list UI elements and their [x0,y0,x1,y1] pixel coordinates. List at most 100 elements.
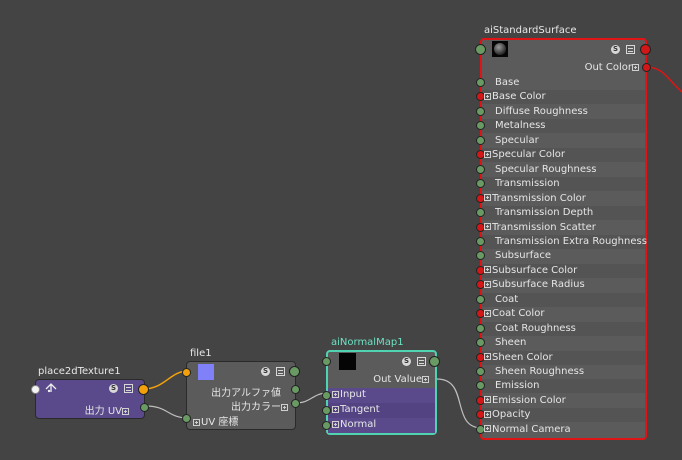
expand-icon[interactable] [484,150,491,158]
attribute-row[interactable]: Coat Color [476,307,645,321]
attribute-row[interactable]: Coat [476,292,645,307]
attribute-row[interactable]: Transmission Extra Roughness [476,234,647,249]
attribute-port[interactable] [476,121,485,131]
attribute-row[interactable]: Transmission [476,177,645,192]
tangent-port[interactable] [322,406,331,415]
list-icon[interactable] [626,45,635,54]
expand-icon[interactable] [484,194,491,202]
standard-input-port[interactable] [475,44,486,55]
list-icon[interactable] [417,357,426,366]
expand-icon[interactable] [632,63,639,71]
expand-icon[interactable] [484,353,491,361]
attribute-row[interactable]: Subsurface Radius [476,278,645,292]
attribute-text: Specular Color [492,149,565,161]
attribute-text: Base [495,77,520,88]
normalmap-input-row[interactable]: Input [322,388,435,403]
attribute-label: Diffuse Roughness [495,106,588,117]
expand-icon[interactable] [484,410,491,418]
expand-icon[interactable] [122,407,129,415]
file-output-port[interactable] [289,366,300,377]
file-input-port[interactable] [182,368,191,377]
attribute-port[interactable] [476,338,485,348]
standard-surface-node[interactable]: S Out Color Base Base Color Diffuse Roughn… [475,38,651,440]
attribute-row[interactable]: Metalness [476,119,645,134]
expand-icon[interactable] [484,280,491,288]
file-out-color-port[interactable] [291,399,300,408]
attribute-row[interactable]: Subsurface [476,249,645,263]
file-out-alpha-port[interactable] [291,385,300,394]
file-out-alpha-label: 出力アルファ値 [211,388,281,399]
place2d-node[interactable]: S 出力 UV [31,379,149,419]
expand-icon[interactable] [332,405,339,413]
place2d-input-port[interactable] [31,385,40,394]
attribute-row[interactable]: Transmission Scatter [476,221,645,235]
normalmap-output-port[interactable] [429,356,440,367]
attribute-row[interactable]: Base [476,76,645,90]
expand-icon[interactable] [422,375,429,383]
standard-outcolor-port[interactable] [642,63,651,72]
attribute-row[interactable]: Sheen [476,336,645,350]
file-node[interactable]: S 出力アルファ値 出力カラー UV 座標 [182,361,300,430]
attribute-row[interactable]: Subsurface Color [476,263,645,278]
expand-icon[interactable] [484,309,491,317]
attribute-row[interactable]: Sheen Color [476,350,645,365]
attribute-text: Subsurface Color [492,264,578,276]
attribute-text: Coat Color [492,308,545,320]
attribute-row[interactable]: Opacity [476,408,645,423]
attribute-port[interactable] [476,367,485,376]
s-icon[interactable]: S [109,384,118,393]
expand-icon[interactable] [484,266,491,274]
attribute-row[interactable]: Sheen Roughness [476,365,645,379]
attribute-label: Specular [495,135,539,146]
attribute-row[interactable]: Specular Roughness [476,163,645,177]
expand-icon[interactable] [484,223,491,230]
expand-icon[interactable] [332,420,339,428]
attribute-port[interactable] [476,179,485,189]
expand-icon[interactable] [281,403,288,411]
place2d-uv-port[interactable] [140,403,149,412]
expand-icon[interactable] [484,92,491,100]
s-icon[interactable]: S [261,367,270,376]
place2d-output-label: 出力 UV [85,402,130,417]
attribute-port[interactable] [476,236,485,246]
attribute-port[interactable] [476,294,485,304]
s-icon[interactable]: S [611,45,620,54]
expand-icon[interactable] [484,425,491,433]
normalmap-normal-row[interactable]: Normal [322,418,435,433]
normalmap-node[interactable]: S Out Value Input Tangent Normal [322,350,440,435]
attribute-row[interactable]: Specular Color [476,148,645,163]
place2d-output-port[interactable] [138,384,149,395]
input-port[interactable] [322,391,331,400]
attribute-port[interactable] [476,78,485,87]
attribute-row[interactable]: Normal Camera [476,423,645,437]
expand-icon[interactable] [484,396,491,404]
attribute-row[interactable]: Transmission Depth [476,206,645,221]
attribute-port[interactable] [476,106,485,116]
expand-icon[interactable] [332,390,339,398]
normal-port[interactable] [322,421,331,430]
standard-output-port[interactable] [640,44,651,55]
attribute-row[interactable]: Transmission Color [476,192,645,206]
attribute-label: Transmission [495,178,560,189]
attribute-row[interactable]: Diffuse Roughness [476,105,645,119]
attribute-port[interactable] [476,323,485,333]
attribute-row[interactable]: Coat Roughness [476,321,645,336]
attribute-row[interactable]: Specular [476,134,645,148]
list-icon[interactable] [276,367,285,376]
list-icon[interactable] [124,384,133,393]
attribute-port[interactable] [476,135,485,145]
normal-label: Normal [340,419,377,430]
attribute-row[interactable]: Base Color [476,90,645,105]
s-icon[interactable]: S [402,357,411,366]
place2d-icon [45,383,57,393]
attribute-port[interactable] [476,164,485,174]
normalmap-tangent-row[interactable]: Tangent [322,403,435,418]
attribute-row[interactable]: Emission Color [476,394,645,408]
attribute-port[interactable] [476,381,485,391]
expand-icon[interactable] [193,418,200,426]
attribute-port[interactable] [476,208,485,218]
attribute-port[interactable] [476,251,485,261]
file-uv-port[interactable] [182,414,191,423]
attribute-row[interactable]: Emission [476,379,645,394]
normalmap-input-port[interactable] [322,357,331,366]
